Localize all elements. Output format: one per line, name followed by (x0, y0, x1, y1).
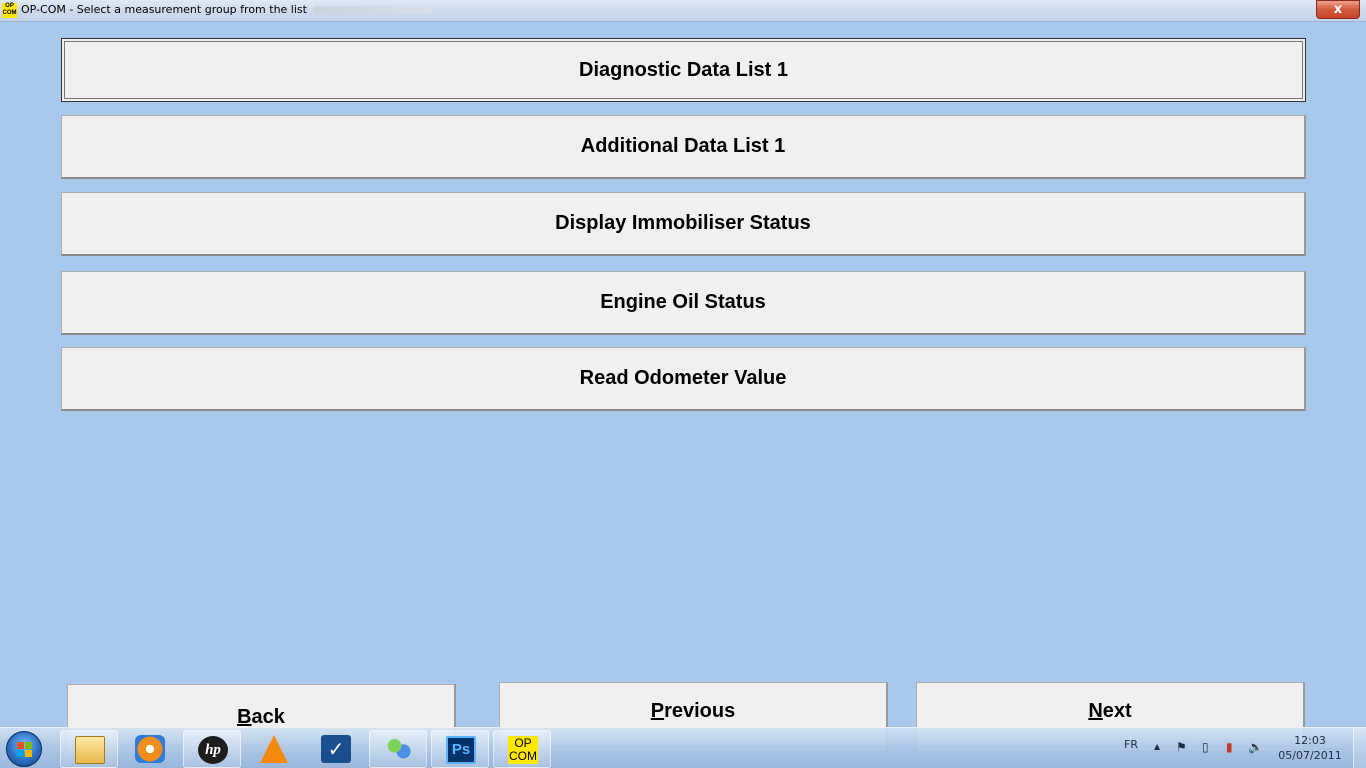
battery-icon[interactable]: ▯ (1202, 740, 1209, 754)
group-button-label: Engine Oil Status (600, 291, 766, 313)
messenger-icon (384, 736, 414, 764)
taskbar-app-op-com[interactable]: OP COM (493, 730, 551, 768)
volume-icon[interactable]: 🔈 (1248, 740, 1263, 754)
group-button-label: Additional Data List 1 (580, 135, 786, 157)
title-bar: OP COM OP-COM - Select a measurement gro… (0, 0, 1366, 22)
taskbar: hp ✓ Ps OP COM FR ▲ ⚑ ▯ ▮ 🔈 12:03 05/07/… (0, 727, 1366, 768)
close-icon: x (1333, 2, 1343, 17)
group-button-label: Read Odometer Value (579, 367, 787, 389)
group-button-label: Diagnostic Data List 1 (579, 58, 788, 81)
taskbar-app-vlc[interactable] (245, 730, 303, 768)
group-button-display-immobiliser-status[interactable]: Display Immobiliser Status (61, 192, 1306, 256)
previous-accelerator: P (650, 700, 665, 722)
clock-time: 12:03 (1294, 734, 1326, 747)
taskbar-app-photoshop[interactable]: Ps (431, 730, 489, 768)
back-label-rest: ack (251, 706, 285, 728)
taskbar-app-windows-media-player[interactable] (121, 730, 179, 768)
checkmark-icon: ✓ (321, 735, 351, 763)
vlc-cone-icon (260, 735, 288, 763)
taskbar-app-messenger[interactable] (369, 730, 427, 768)
network-icon[interactable]: ▮ (1226, 740, 1233, 754)
back-button-label: Back (68, 706, 454, 729)
previous-button-label: Previous (500, 700, 886, 723)
next-label-rest: ext (1102, 700, 1132, 722)
group-button-label: Display Immobiliser Status (555, 212, 811, 234)
media-player-icon (135, 735, 165, 763)
op-com-app-icon[interactable]: OP COM (2, 3, 17, 18)
group-button-additional-data-list-1[interactable]: Additional Data List 1 (61, 115, 1306, 179)
group-button-read-odometer-value[interactable]: Read Odometer Value (61, 347, 1306, 411)
next-button-label: Next (917, 700, 1303, 723)
previous-label-rest: revious (664, 700, 736, 722)
windows-logo-icon (17, 742, 32, 757)
folder-icon (75, 736, 105, 764)
app-icon-line2: COM (2, 10, 17, 16)
taskbar-app-windows-explorer[interactable] (60, 730, 118, 768)
taskbar-app-hp[interactable]: hp (183, 730, 241, 768)
next-accelerator: N (1088, 700, 1103, 722)
language-indicator[interactable]: FR (1124, 738, 1138, 751)
show-hidden-icons-icon[interactable]: ▲ (1154, 740, 1160, 754)
op-com-icon: OP COM (508, 736, 538, 764)
back-accelerator: B (237, 706, 252, 728)
action-center-flag-icon[interactable]: ⚑ (1176, 740, 1187, 754)
window-title: OP-COM - Select a measurement group from… (21, 3, 433, 16)
group-button-engine-oil-status[interactable]: Engine Oil Status (61, 271, 1306, 335)
hp-icon: hp (198, 736, 228, 764)
window-title-text: OP-COM - Select a measurement group from… (21, 3, 307, 16)
clock-date: 05/07/2011 (1278, 749, 1342, 762)
taskbar-app-check[interactable]: ✓ (307, 730, 365, 768)
app-icon-line1: OP (5, 3, 14, 9)
close-button[interactable]: x (1316, 0, 1360, 19)
start-button[interactable] (6, 731, 42, 767)
clock[interactable]: 12:03 05/07/2011 (1276, 733, 1344, 763)
blurred-title-region (312, 6, 433, 14)
show-desktop-button[interactable] (1353, 728, 1366, 768)
op-com-icon-line2: COM (509, 749, 537, 763)
group-button-diagnostic-data-list-1[interactable]: Diagnostic Data List 1 (61, 38, 1306, 102)
photoshop-icon: Ps (446, 736, 476, 764)
